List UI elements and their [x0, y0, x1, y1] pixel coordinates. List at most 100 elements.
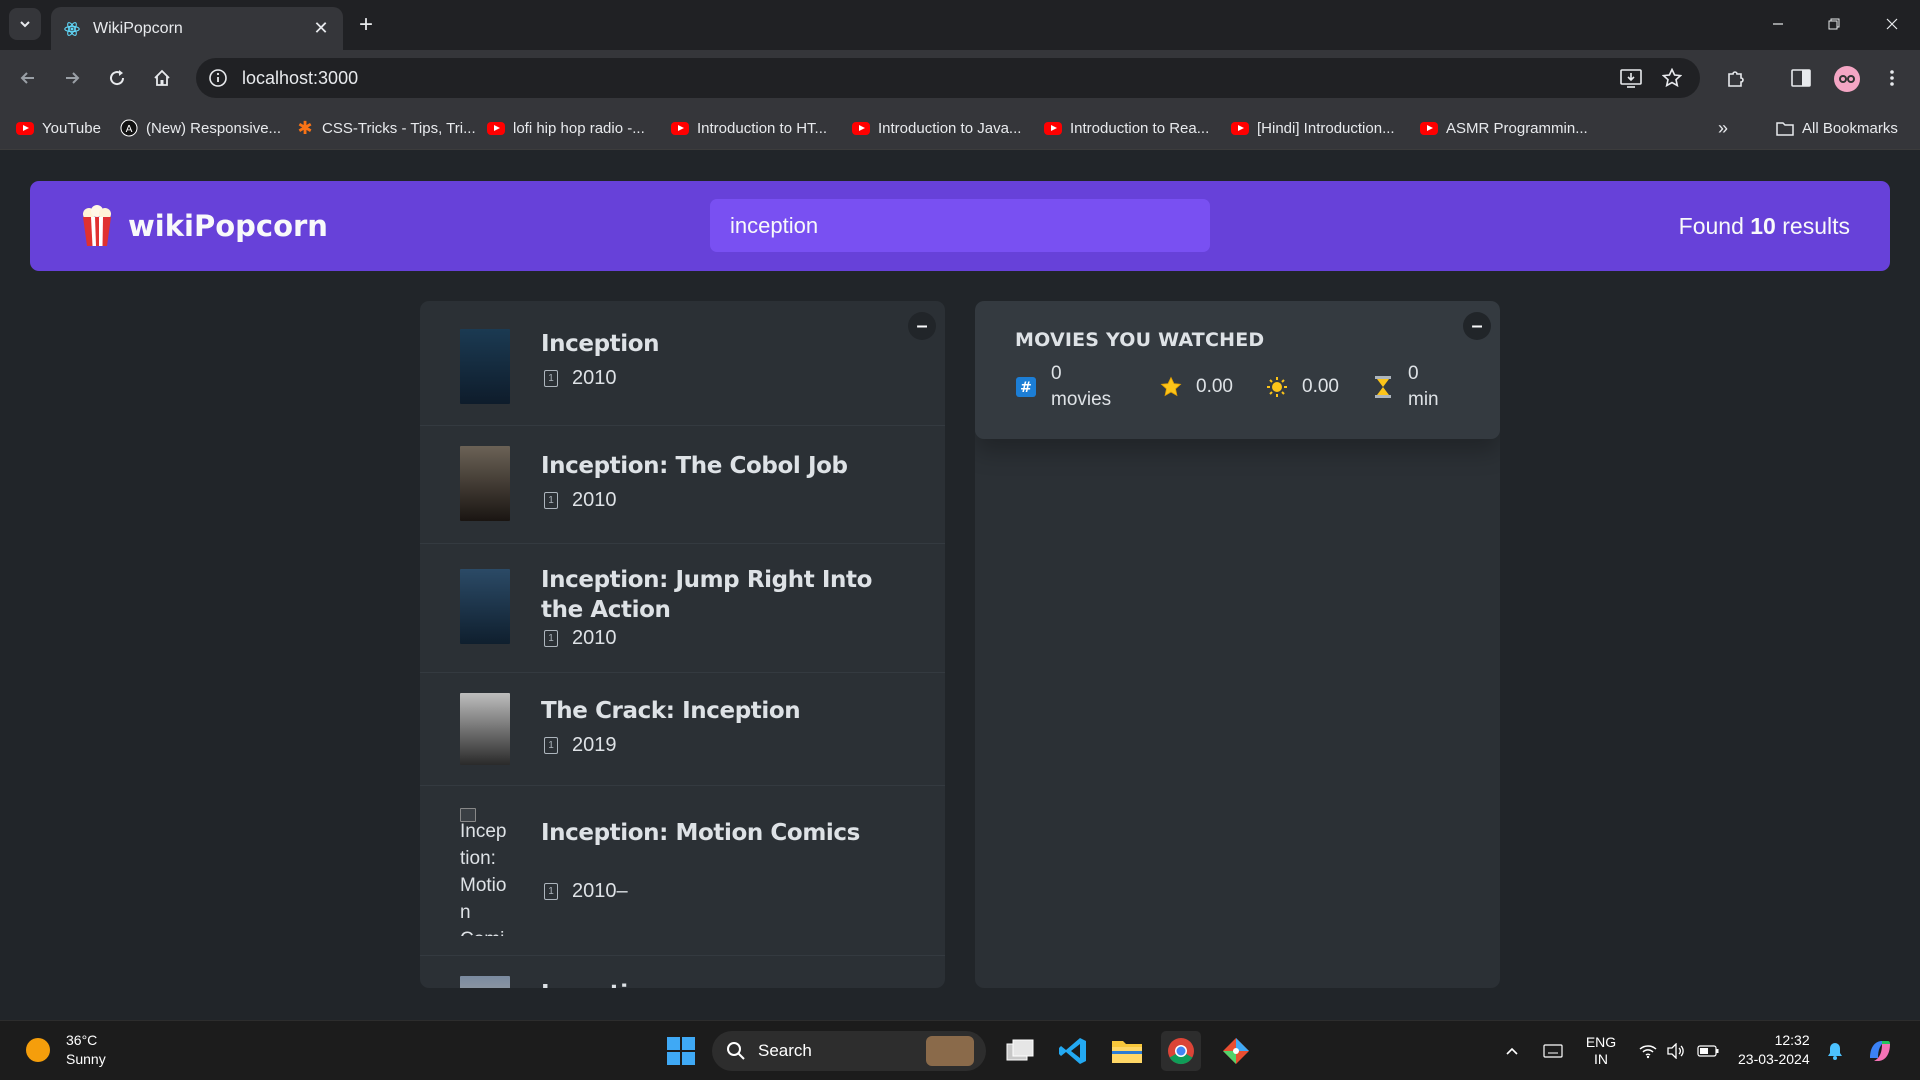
movie-year: 2010– [572, 880, 628, 902]
back-button[interactable] [12, 62, 44, 94]
puzzle-icon [1728, 71, 1744, 87]
home-button[interactable] [146, 62, 178, 94]
movie-title: Inception: The Cobol Job [541, 453, 848, 479]
movie-year: 2010 [572, 489, 617, 511]
wifi-icon[interactable] [1636, 1039, 1660, 1063]
youtube-icon [852, 121, 870, 135]
chevron-up-icon [1506, 1047, 1518, 1055]
clock[interactable]: 12:32 23-03-2024 [1738, 1031, 1810, 1069]
movie-list-item[interactable]: Inception [420, 956, 945, 988]
temperature: 36°C [66, 1032, 98, 1048]
search-input[interactable] [710, 199, 1210, 252]
calendar-icon: 1 [544, 630, 558, 647]
movie-list-item[interactable]: Inception: The Cobol Job 1 2010 [420, 426, 945, 544]
kebab-menu-icon [1890, 70, 1894, 86]
logo-text: wikiPopcorn [128, 209, 328, 243]
tab-search-button[interactable] [9, 8, 41, 40]
imdb-rating: 0.00 [1196, 376, 1233, 397]
weather-widget[interactable]: 36°C Sunny [26, 1031, 106, 1069]
user-rating: 0.00 [1302, 376, 1339, 397]
calendar-icon: 1 [544, 492, 558, 509]
vscode-app[interactable] [1053, 1031, 1093, 1071]
movie-list-item[interactable]: The Crack: Inception 1 2019 [420, 673, 945, 786]
tab-title: WikiPopcorn [93, 19, 183, 37]
minimize-button[interactable] [1758, 8, 1798, 40]
weather-condition: Sunny [66, 1051, 106, 1067]
address-bar[interactable]: localhost:3000 [196, 58, 1700, 98]
volume-icon[interactable] [1664, 1039, 1688, 1063]
movie-list-item[interactable]: Inception 1 2010 [420, 301, 945, 426]
browser-menu-button[interactable] [1876, 62, 1908, 94]
toggle-list-button[interactable]: – [908, 312, 936, 340]
results-number: 10 [1750, 213, 1776, 239]
svg-text:A: A [126, 124, 133, 135]
movie-year: 2010 [572, 627, 617, 649]
site-info-icon[interactable] [206, 66, 230, 90]
stat-imdb-rating: 0.00 [1160, 376, 1266, 398]
chrome-app[interactable] [1161, 1031, 1201, 1071]
profile-avatar[interactable] [1834, 66, 1860, 92]
date: 23-03-2024 [1738, 1051, 1810, 1067]
results-prefix: Found [1678, 213, 1744, 239]
forward-button[interactable] [56, 62, 88, 94]
tab-close-icon[interactable]: ✕ [311, 18, 331, 39]
git-app[interactable] [1216, 1031, 1256, 1071]
bookmark-label: (New) Responsive... [146, 119, 282, 137]
hourglass-icon [1372, 376, 1394, 398]
bookmark-label: YouTube [42, 119, 101, 137]
copilot-icon[interactable] [1864, 1039, 1896, 1063]
taskbar-search-label: Search [758, 1041, 812, 1060]
extensions-button[interactable] [1720, 62, 1752, 94]
language-indicator[interactable]: ENG IN [1584, 1033, 1618, 1069]
bookmark-label: lofi hip hop radio -... [513, 119, 645, 137]
notification-bell-icon[interactable] [1824, 1039, 1846, 1063]
bookmark-item[interactable]: Introduction to Java... [852, 116, 1021, 140]
youtube-icon [1231, 121, 1249, 135]
arrow-left-icon [20, 72, 34, 84]
results-suffix: results [1782, 213, 1850, 239]
movie-list-item[interactable]: Inception: Motion Comics poster Inceptio… [420, 786, 945, 956]
movie-list-item[interactable]: Inception: Jump Right Into the Action 12… [420, 544, 945, 673]
start-button[interactable] [661, 1031, 701, 1071]
side-panel-button[interactable] [1785, 62, 1817, 94]
bookmark-label: [Hindi] Introduction... [1257, 119, 1395, 137]
bookmark-item[interactable]: Introduction to HT... [671, 116, 827, 140]
vscode-icon [1059, 1038, 1086, 1064]
all-bookmarks-button[interactable]: All Bookmarks [1776, 116, 1898, 140]
bookmark-star-button[interactable] [1656, 62, 1688, 94]
react-icon [64, 21, 80, 36]
show-hidden-icons[interactable] [1502, 1039, 1522, 1063]
youtube-icon [1044, 121, 1062, 135]
toggle-watched-button[interactable]: – [1463, 312, 1491, 340]
battery-icon[interactable] [1696, 1039, 1720, 1063]
movie-title: Inception [541, 331, 660, 357]
bookmark-label: CSS-Tricks - Tips, Tri... [322, 119, 476, 137]
restore-button[interactable] [1814, 8, 1854, 40]
bookmarks-overflow-button[interactable]: » [1718, 116, 1728, 140]
file-explorer-app[interactable] [1107, 1031, 1147, 1071]
watched-summary: Movies you watched # 0 movies 0.00 [975, 301, 1500, 439]
bookmark-item[interactable]: Introduction to Rea... [1044, 116, 1209, 140]
bookmark-item[interactable]: lofi hip hop radio -... [487, 116, 645, 140]
keyboard-icon[interactable] [1540, 1039, 1566, 1063]
browser-toolbar: localhost:3000 [0, 50, 1920, 106]
install-app-button[interactable] [1615, 62, 1647, 94]
taskbar-search[interactable]: Search [712, 1031, 986, 1071]
youtube-icon [671, 121, 689, 135]
browser-tab[interactable]: WikiPopcorn ✕ [51, 7, 343, 50]
new-tab-button[interactable]: + [352, 11, 380, 39]
a-logo-icon: A [120, 119, 138, 137]
bookmark-item[interactable]: ASMR Programmin... [1420, 116, 1588, 140]
git-kraken-icon [1223, 1038, 1249, 1064]
bookmark-item[interactable]: ✱ CSS-Tricks - Tips, Tri... [296, 116, 476, 140]
task-view-button[interactable] [1000, 1031, 1040, 1071]
bookmark-item[interactable]: A (New) Responsive... [120, 116, 281, 140]
all-bookmarks-label: All Bookmarks [1802, 119, 1898, 137]
close-window-button[interactable] [1872, 8, 1912, 40]
task-view-icon [1006, 1039, 1034, 1061]
movie-list-box: – Inception 1 2010 Inception: The Cobol J… [420, 301, 945, 988]
movie-year: 2019 [572, 734, 617, 756]
bookmark-item[interactable]: [Hindi] Introduction... [1231, 116, 1395, 140]
bookmark-item[interactable]: YouTube [16, 116, 101, 140]
reload-button[interactable] [101, 62, 133, 94]
